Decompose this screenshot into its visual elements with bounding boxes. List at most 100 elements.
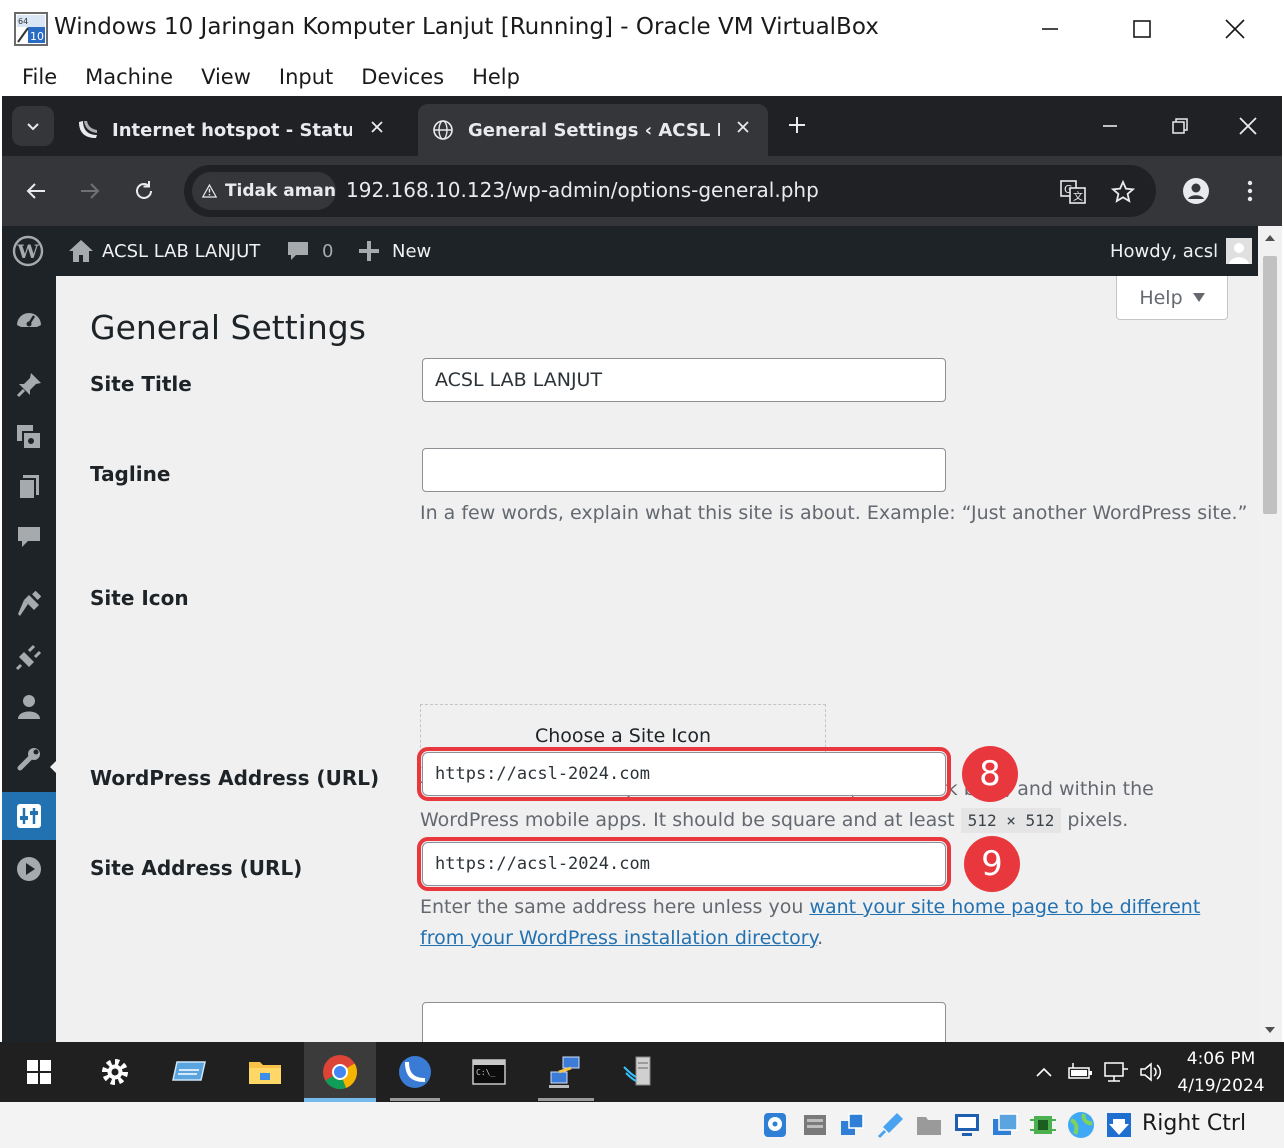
taskbar-running-indicator [538,1098,594,1101]
chrome-minimize-button[interactable] [1090,108,1130,144]
menu-input[interactable]: Input [265,58,347,96]
site-address-input[interactable]: https://acsl-2024.com [417,837,951,891]
scroll-down-icon[interactable] [1258,1018,1282,1042]
menu-dashboard[interactable] [14,304,44,334]
tray-network[interactable] [1102,1058,1130,1086]
audio-icon [841,1113,864,1135]
status-usb[interactable] [876,1110,906,1140]
tab-close-button[interactable] [366,116,388,138]
back-button[interactable] [18,173,54,209]
menu-machine[interactable]: Machine [71,58,187,96]
new-tab-button[interactable] [782,110,812,140]
menu-media[interactable] [14,422,44,452]
menu-posts[interactable] [14,370,44,400]
tab-general-settings[interactable]: General Settings ‹ ACSL LAB LANJUT [418,104,768,156]
scrollbar-thumb[interactable] [1263,256,1277,514]
tagline-label: Tagline [90,462,171,486]
taskbar-settings[interactable] [86,1050,144,1094]
star-icon [1111,180,1135,203]
scroll-up-icon[interactable] [1258,226,1282,250]
arrow-down-icon [1107,1113,1131,1137]
tagline-input[interactable] [422,448,946,492]
menu-file[interactable]: File [8,58,71,96]
taskbar-server-app[interactable] [610,1050,668,1094]
globe-network-icon [1068,1112,1094,1138]
taskbar-winbox[interactable] [386,1050,444,1094]
menu-plugins[interactable] [14,642,44,672]
tab-close-button[interactable] [732,116,754,138]
address-bar[interactable]: Tidak aman 192.168.10.123/wp-admin/optio… [184,165,1156,217]
menu-comments[interactable] [14,522,44,552]
maximize-button[interactable] [1119,12,1165,46]
wrench-icon [17,748,40,771]
page-title: General Settings [90,308,366,347]
menu-active-arrow [50,760,57,774]
tab-internet-hotspot[interactable]: Internet hotspot - Status [62,104,402,156]
tray-volume[interactable] [1138,1058,1166,1086]
menu-tools[interactable] [14,744,44,774]
taskbar-command-prompt[interactable]: C:\_ [460,1050,518,1094]
wp-logo-button[interactable]: W [12,226,44,276]
status-optical-drive[interactable] [800,1110,830,1140]
status-network-adapter[interactable] [1066,1110,1096,1140]
vbox-window-title: Windows 10 Jaringan Komputer Lanjut [Run… [54,14,879,40]
annotation-badge-9: 9 [964,836,1020,892]
menu-view[interactable]: View [187,58,265,96]
status-display[interactable] [952,1110,982,1140]
svg-text:C:\_: C:\_ [476,1068,495,1077]
taskbar-chrome[interactable] [311,1050,369,1094]
help-tab-button[interactable]: Help [1116,276,1228,320]
wp-comments-link[interactable]: 0 [286,226,333,276]
bookmark-button[interactable] [1108,177,1138,207]
url-text[interactable]: 192.168.10.123/wp-admin/options-general.… [346,178,819,202]
chrome-close-button[interactable] [1228,108,1268,144]
taskbar-clock[interactable]: 4:06 PM 4/19/2024 [1168,1046,1274,1100]
chrome-restore-button[interactable] [1160,108,1200,144]
minimize-button[interactable] [1027,12,1073,46]
menu-settings[interactable] [14,801,44,831]
terminal-icon: C:\_ [472,1059,506,1085]
virtualbox-icon: 64 10 [14,12,48,46]
taskbar-network-app[interactable] [536,1050,594,1094]
status-cpu[interactable] [1028,1110,1058,1140]
chrome-menu-button[interactable] [1232,173,1268,209]
menu-users[interactable] [14,692,44,722]
profile-button[interactable] [1178,173,1214,209]
site-address-desc-line-2: from your WordPress installation directo… [420,923,1200,954]
wp-new-content-link[interactable]: New [358,226,431,276]
show-hidden-icons-button[interactable] [1030,1058,1058,1086]
admin-email-input-partial[interactable] [422,1002,946,1042]
close-button[interactable] [1212,12,1258,46]
globe-icon [433,120,453,140]
start-button[interactable] [10,1050,68,1094]
taskbar-file-explorer[interactable] [236,1050,294,1094]
wp-site-name-link[interactable]: ACSL LAB LANJUT [68,226,260,276]
forward-button[interactable] [72,173,108,209]
menu-devices[interactable]: Devices [347,58,458,96]
status-keyboard-capture[interactable] [1104,1110,1134,1140]
tray-battery[interactable] [1066,1058,1094,1086]
wp-account-menu[interactable]: Howdy, acsl [1110,226,1253,276]
translate-button[interactable]: G 文 [1058,177,1088,207]
svg-text:10: 10 [30,30,44,43]
site-title-input[interactable]: ACSL LAB LANJUT [422,358,946,402]
tab-search-button[interactable] [12,106,54,146]
security-chip[interactable]: Tidak aman [192,172,336,210]
status-hard-disk[interactable] [760,1110,790,1140]
reload-button[interactable] [126,173,162,209]
site-address-help-link-cont[interactable]: from your WordPress installation directo… [420,927,817,949]
taskbar-remote-app[interactable] [160,1050,218,1094]
menu-pages[interactable] [14,472,44,502]
menu-help[interactable]: Help [458,58,534,96]
chevron-down-icon [27,123,39,131]
site-address-help-link[interactable]: want your site home page to be different [809,896,1200,918]
kebab-menu-icon [1247,180,1253,202]
status-audio[interactable] [838,1110,868,1140]
media-icon [17,425,42,450]
status-recording[interactable] [990,1110,1020,1140]
menu-media-player[interactable] [14,854,44,884]
status-shared-folders[interactable] [914,1110,944,1140]
clock-time: 4:06 PM [1186,1049,1256,1069]
menu-appearance[interactable] [14,590,44,620]
wordpress-address-input[interactable]: https://acsl-2024.com [417,747,951,801]
